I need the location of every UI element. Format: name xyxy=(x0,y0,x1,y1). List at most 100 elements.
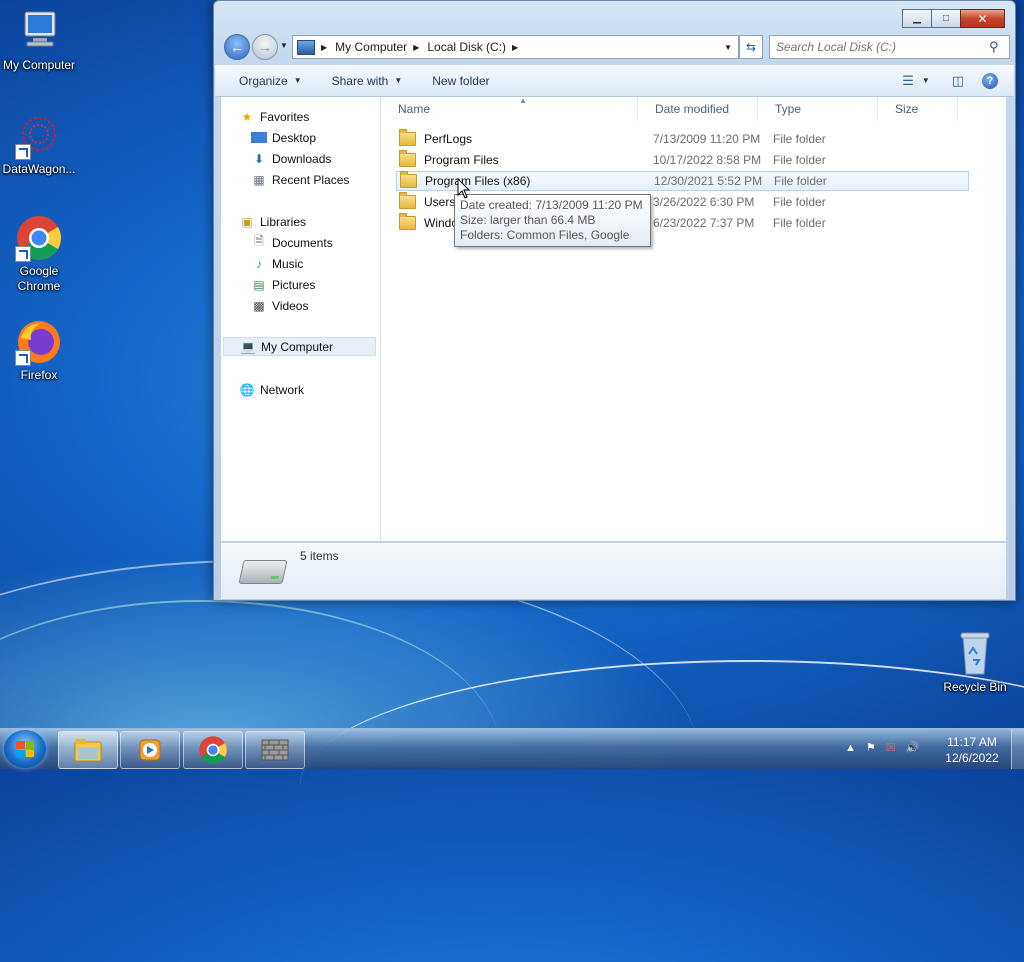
help-button[interactable]: ? xyxy=(976,70,1004,92)
address-row: ← → ▼ ▶ My Computer ▶ Local Disk (C:) ▶ … xyxy=(222,34,1010,60)
nav-libraries[interactable]: ▣ Libraries xyxy=(239,212,306,231)
column-label: Size xyxy=(895,102,919,116)
close-button[interactable]: ✕ xyxy=(960,9,1005,28)
forward-button[interactable]: → xyxy=(252,34,278,60)
my-computer-icon xyxy=(15,8,63,56)
column-name[interactable]: Name xyxy=(381,97,638,121)
folder-icon xyxy=(74,739,102,762)
nav-videos[interactable]: ▩ Videos xyxy=(251,296,308,315)
search-box: ⚲ xyxy=(769,35,1010,59)
back-arrow-icon: ← xyxy=(230,39,244,55)
refresh-button[interactable]: ⇆ xyxy=(739,35,763,59)
view-options-button[interactable]: ☰ ▼ xyxy=(902,70,930,92)
forward-arrow-icon: → xyxy=(258,39,272,55)
details-view-icon: ☰ xyxy=(902,72,914,88)
details-pane: 5 items xyxy=(221,542,1006,599)
file-row[interactable]: PerfLogs 7/13/2009 11:20 PM File folder xyxy=(396,129,969,149)
libraries-icon: ▣ xyxy=(241,214,253,229)
share-with-button[interactable]: Share with ▼ xyxy=(314,65,415,96)
nav-my-computer[interactable]: 💻 My Computer xyxy=(223,337,376,356)
file-name: Program Files xyxy=(424,153,499,167)
file-name: Program Files (x86) xyxy=(425,174,531,188)
column-type[interactable]: Type xyxy=(758,97,878,121)
column-label: Name xyxy=(398,102,431,116)
taskbar-firewall[interactable] xyxy=(245,731,305,769)
back-button[interactable]: ← xyxy=(224,34,250,60)
chrome-icon xyxy=(15,214,63,262)
volume-icon[interactable]: 🔊 xyxy=(906,741,920,754)
folder-icon xyxy=(400,171,417,188)
my-computer-icon: 💻 xyxy=(240,339,256,354)
nav-pictures[interactable]: ▤ Pictures xyxy=(251,275,315,294)
nav-label: Downloads xyxy=(272,151,332,166)
nav-label: Libraries xyxy=(260,214,307,229)
address-dropdown-icon[interactable]: ▼ xyxy=(718,43,738,52)
nav-label: Favorites xyxy=(260,109,310,124)
column-headers: Name Date modified Type Size ▲ xyxy=(381,96,1006,121)
file-row-hovered[interactable]: Program Files (x86) 12/30/2021 5:52 PM F… xyxy=(396,171,969,191)
breadcrumb-my-computer[interactable]: My Computer xyxy=(335,40,407,54)
taskbar-explorer[interactable] xyxy=(58,731,118,769)
nav-documents[interactable]: 🗎 Documents xyxy=(251,233,333,252)
action-center-icon[interactable]: ⚑ xyxy=(866,741,876,754)
nav-label: Documents xyxy=(272,235,333,250)
brick-wall-icon xyxy=(261,739,289,761)
nav-label: Network xyxy=(260,382,305,397)
clock-time: 11:17 AM xyxy=(947,735,997,749)
show-hidden-icons-icon[interactable]: ▲ xyxy=(845,742,856,754)
system-clock[interactable]: 11:17 AM 12/6/2022 xyxy=(942,734,1002,766)
taskbar-chrome[interactable] xyxy=(183,731,243,769)
nav-desktop[interactable]: Desktop xyxy=(251,128,316,147)
desktop-icon-datawagon[interactable]: DataWagon... xyxy=(1,112,77,177)
refresh-icon: ⇆ xyxy=(745,40,757,54)
preview-pane-button[interactable]: ◫ xyxy=(944,70,972,92)
tooltip-size: Size: larger than 66.4 MB xyxy=(460,213,596,227)
start-button[interactable] xyxy=(4,730,46,768)
network-status-icon[interactable]: ☒ xyxy=(886,741,896,754)
column-date-modified[interactable]: Date modified xyxy=(638,97,758,121)
new-folder-button[interactable]: New folder xyxy=(414,65,501,96)
column-label: Type xyxy=(775,102,802,116)
windows-logo-icon xyxy=(16,741,34,757)
file-list-pane: Name Date modified Type Size ▲ PerfLogs … xyxy=(381,96,1006,541)
minimize-button[interactable]: ▁ xyxy=(902,9,932,28)
desktop-icon-firefox[interactable]: Firefox xyxy=(1,318,77,383)
search-input[interactable] xyxy=(770,39,989,55)
recent-places-icon: ▦ xyxy=(253,172,265,187)
organize-button[interactable]: Organize ▼ xyxy=(215,65,314,96)
videos-icon: ▩ xyxy=(253,298,265,313)
file-type: File folder xyxy=(773,132,826,146)
folder-icon xyxy=(399,129,416,146)
chevron-right-icon[interactable]: ▶ xyxy=(321,43,327,52)
nav-recent-places[interactable]: ▦ Recent Places xyxy=(251,170,349,189)
taskbar: ▲ ⚑ ☒ 🔊 11:17 AM 12/6/2022 xyxy=(0,728,1024,769)
folder-icon xyxy=(399,150,416,167)
file-name: Users xyxy=(424,195,456,209)
desktop-icon-label: DataWagon... xyxy=(2,162,76,176)
network-icon: 🌐 xyxy=(239,382,255,397)
nav-label: Desktop xyxy=(272,130,317,145)
search-icon[interactable]: ⚲ xyxy=(989,39,1005,55)
file-row[interactable]: Program Files 10/17/2022 8:58 PM File fo… xyxy=(396,150,969,170)
documents-icon: 🗎 xyxy=(254,234,264,248)
file-type: File folder xyxy=(773,216,826,230)
chevron-right-icon[interactable]: ▶ xyxy=(413,43,419,52)
column-size[interactable]: Size xyxy=(878,97,958,121)
nav-network[interactable]: 🌐 Network xyxy=(239,380,305,399)
nav-downloads[interactable]: ⬇ Downloads xyxy=(251,149,331,168)
maximize-button[interactable]: □ xyxy=(931,9,961,28)
nav-music[interactable]: ♪ Music xyxy=(251,254,303,273)
desktop-icon-my-computer[interactable]: My Computer xyxy=(1,8,77,73)
taskbar-media-player[interactable] xyxy=(120,731,180,769)
chevron-down-icon: ▼ xyxy=(293,76,302,85)
file-type: File folder xyxy=(773,195,826,209)
chevron-right-icon[interactable]: ▶ xyxy=(512,43,518,52)
star-icon: ★ xyxy=(241,109,253,124)
desktop-icon-google-chrome[interactable]: Google Chrome xyxy=(1,214,77,294)
show-desktop-button[interactable] xyxy=(1011,729,1024,769)
desktop-icon-recycle-bin[interactable]: Recycle Bin xyxy=(937,630,1013,695)
breadcrumb-local-disk[interactable]: Local Disk (C:) xyxy=(427,40,506,54)
recent-pages-dropdown[interactable]: ▼ xyxy=(280,41,288,50)
nav-favorites[interactable]: ★ Favorites xyxy=(239,107,310,126)
address-bar[interactable]: ▶ My Computer ▶ Local Disk (C:) ▶ ▼ xyxy=(292,35,739,59)
